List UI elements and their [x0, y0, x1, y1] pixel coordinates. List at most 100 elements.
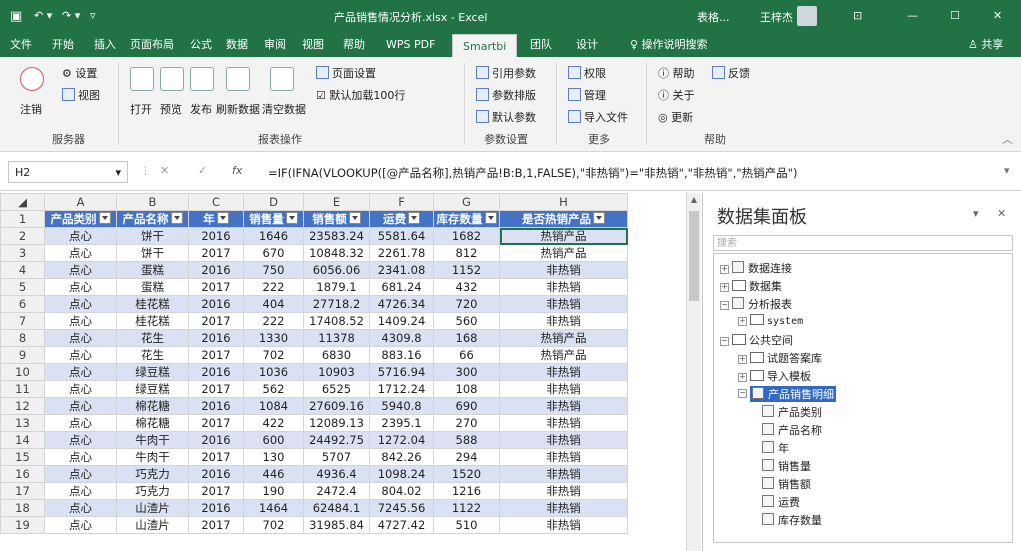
table-cell[interactable]: 2016	[188, 397, 244, 415]
expand-icon[interactable]: +	[738, 373, 747, 382]
table-cell[interactable]: 7245.56	[369, 499, 434, 517]
filter-dropdown-icon[interactable]	[98, 212, 111, 224]
import-file-button[interactable]: 导入文件	[568, 109, 628, 125]
column-header[interactable]: F	[369, 193, 434, 211]
table-cell[interactable]: 1216	[433, 482, 500, 500]
settings-button[interactable]: ⚙ 设置	[62, 65, 97, 81]
undo-icon[interactable]: ↶ ▾	[34, 9, 52, 22]
tab-design[interactable]: 设计	[576, 32, 598, 57]
table-cell[interactable]: 5581.64	[369, 227, 434, 245]
table-cell[interactable]: 422	[243, 414, 304, 432]
column-header[interactable]: D	[243, 193, 304, 211]
table-cell[interactable]: 11378	[303, 329, 370, 347]
clear-data-button[interactable]: 清空数据	[262, 101, 306, 117]
table-cell[interactable]: 点心	[44, 465, 117, 483]
tree-node-system[interactable]: + system	[738, 314, 803, 327]
table-cell[interactable]: 非热销	[499, 448, 628, 466]
panel-options-icon[interactable]: ▾	[973, 207, 979, 220]
table-cell[interactable]: 1330	[243, 329, 304, 347]
table-cell[interactable]: 点心	[44, 516, 117, 534]
table-cell[interactable]: 蛋糕	[116, 261, 189, 279]
filter-dropdown-icon[interactable]	[484, 212, 497, 224]
table-cell[interactable]: 670	[243, 244, 304, 262]
row-header[interactable]: 9	[0, 346, 45, 364]
table-header-cell[interactable]: 产品名称	[116, 210, 189, 228]
table-cell[interactable]: 108	[433, 380, 500, 398]
table-cell[interactable]: 点心	[44, 278, 117, 296]
table-cell[interactable]: 23583.24	[303, 227, 370, 245]
table-cell[interactable]: 812	[433, 244, 500, 262]
table-cell[interactable]: 点心	[44, 295, 117, 313]
table-cell[interactable]: 点心	[44, 431, 117, 449]
table-cell[interactable]: 883.16	[369, 346, 434, 364]
customize-qat-icon[interactable]: ▿	[90, 9, 96, 22]
table-cell[interactable]: 10903	[303, 363, 370, 381]
table-cell[interactable]: 点心	[44, 346, 117, 364]
table-cell[interactable]: 非热销	[499, 397, 628, 415]
user-name[interactable]: 王梓杰	[760, 9, 793, 25]
table-cell[interactable]: 热销产品	[499, 244, 628, 262]
table-cell[interactable]: 绿豆糕	[116, 380, 189, 398]
tab-formulas[interactable]: 公式	[190, 32, 212, 57]
table-cell[interactable]: 非热销	[499, 295, 628, 313]
tree-toggle-product-sales[interactable]: −	[738, 386, 750, 399]
table-cell[interactable]: 花生	[116, 329, 189, 347]
table-cell[interactable]: 510	[433, 516, 500, 534]
table-cell[interactable]: 168	[433, 329, 500, 347]
select-all-corner[interactable]: ◢	[0, 193, 45, 211]
table-cell[interactable]: 750	[243, 261, 304, 279]
table-cell[interactable]: 1712.24	[369, 380, 434, 398]
tree-node-data-connection[interactable]: + 数据连接	[720, 260, 792, 276]
table-cell[interactable]: 702	[243, 346, 304, 364]
formula-input[interactable]: =IF(IFNA(VLOOKUP([@产品名称],热销产品!B:B,1,FALS…	[268, 165, 797, 181]
table-header-cell[interactable]: 库存数量	[433, 210, 500, 228]
tree-field-item[interactable]: 年	[762, 440, 789, 456]
redo-icon[interactable]: ↷ ▾	[62, 9, 80, 22]
table-cell[interactable]: 热销产品	[499, 227, 628, 245]
row-header[interactable]: 17	[0, 482, 45, 500]
column-header[interactable]: B	[116, 193, 189, 211]
tab-help[interactable]: 帮助	[343, 32, 365, 57]
table-cell[interactable]: 404	[243, 295, 304, 313]
table-cell[interactable]: 棉花糖	[116, 397, 189, 415]
preview-button[interactable]: 预览	[160, 101, 182, 117]
expand-icon[interactable]: +	[738, 317, 747, 326]
table-cell[interactable]: 非热销	[499, 431, 628, 449]
table-cell[interactable]: 桂花糕	[116, 295, 189, 313]
table-cell[interactable]: 720	[433, 295, 500, 313]
table-cell[interactable]: 562	[243, 380, 304, 398]
table-cell[interactable]: 点心	[44, 380, 117, 398]
logout-button[interactable]: 注销	[20, 101, 42, 117]
table-cell[interactable]: 2016	[188, 465, 244, 483]
worksheet[interactable]: ◢ A B C D E F G H 1 产品类别 产品名称 年 销售量 销售额 …	[0, 193, 702, 551]
tree-field-item[interactable]: 销售量	[762, 458, 811, 474]
table-cell[interactable]: 1520	[433, 465, 500, 483]
table-cell[interactable]: 点心	[44, 363, 117, 381]
tab-team[interactable]: 团队	[530, 32, 552, 57]
table-cell[interactable]: 点心	[44, 448, 117, 466]
table-cell[interactable]: 非热销	[499, 380, 628, 398]
collapse-ribbon-icon[interactable]: ︿	[1002, 131, 1013, 147]
table-cell[interactable]: 点心	[44, 329, 117, 347]
save-icon[interactable]: ▣	[10, 9, 22, 24]
table-cell[interactable]: 热销产品	[499, 329, 628, 347]
table-cell[interactable]: 222	[243, 278, 304, 296]
table-cell[interactable]: 2017	[188, 346, 244, 364]
collapse-icon[interactable]: −	[720, 337, 729, 346]
row-header[interactable]: 7	[0, 312, 45, 330]
table-cell[interactable]: 点心	[44, 397, 117, 415]
tree-node-exam-answers[interactable]: + 试题答案库	[738, 350, 822, 366]
table-cell[interactable]: 绿豆糕	[116, 363, 189, 381]
table-cell[interactable]: 1084	[243, 397, 304, 415]
table-cell[interactable]: 300	[433, 363, 500, 381]
table-header-cell[interactable]: 是否热销产品	[499, 210, 628, 228]
tree-field-item[interactable]: 产品名称	[762, 422, 822, 438]
tab-review[interactable]: 审阅	[264, 32, 286, 57]
table-cell[interactable]: 681.24	[369, 278, 434, 296]
table-cell[interactable]: 点心	[44, 261, 117, 279]
table-cell[interactable]: 560	[433, 312, 500, 330]
table-cell[interactable]: 12089.13	[303, 414, 370, 432]
table-cell[interactable]: 24492.75	[303, 431, 370, 449]
table-cell[interactable]: 5716.94	[369, 363, 434, 381]
scroll-up-icon[interactable]: ▲	[689, 195, 699, 205]
